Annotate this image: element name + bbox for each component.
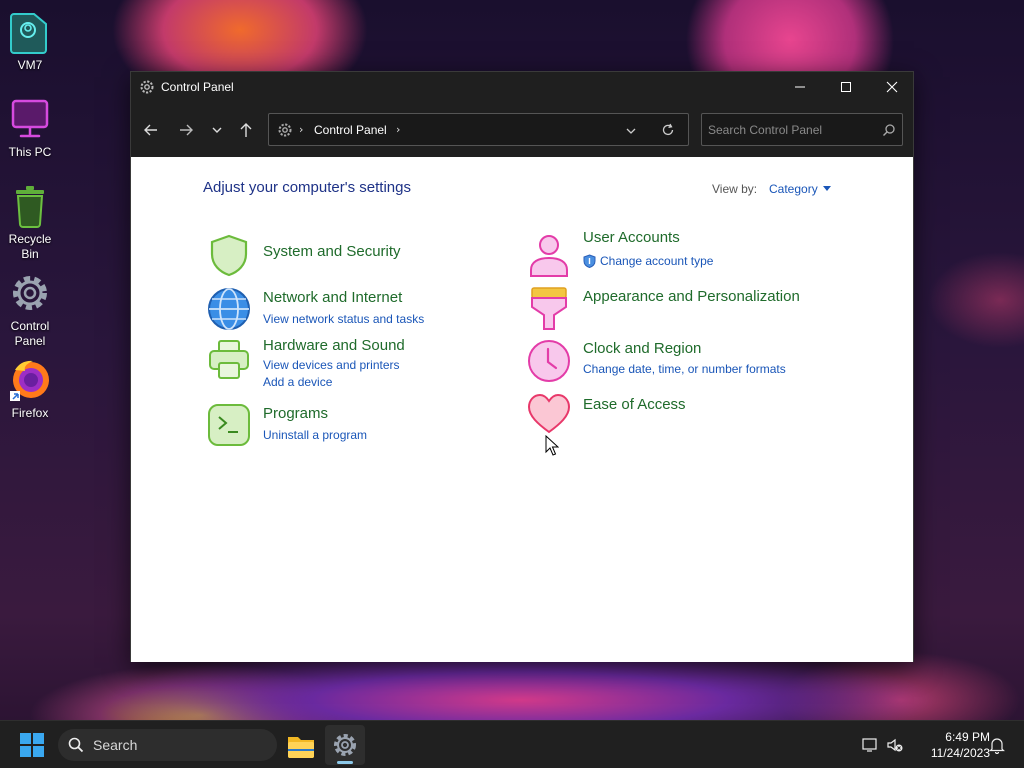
monitor-icon xyxy=(11,99,49,138)
page-heading: Adjust your computer's settings xyxy=(203,179,411,196)
up-button[interactable] xyxy=(234,118,258,142)
desktop-icon-label: Firefox xyxy=(11,406,49,420)
view-by-label: View by: xyxy=(712,182,758,196)
clock-icon xyxy=(528,340,570,382)
arrow-up-icon xyxy=(240,123,252,137)
taskbar: Search 6:49 PM 11/24/2023 xyxy=(0,720,1024,768)
folder-icon xyxy=(288,737,314,758)
category-link[interactable]: View devices and printers xyxy=(263,358,400,372)
category-title[interactable]: User Accounts xyxy=(583,229,680,246)
category-title[interactable]: Ease of Access xyxy=(583,396,686,413)
windows-logo-icon xyxy=(20,733,44,757)
category-title[interactable]: Network and Internet xyxy=(263,289,402,306)
window-title: Control Panel xyxy=(161,80,234,94)
paint-brush-icon xyxy=(531,287,567,330)
desktop-icon-vm7[interactable]: VM7 xyxy=(0,8,60,73)
desktop-icon-label: Control Panel xyxy=(10,319,50,348)
search-box[interactable] xyxy=(701,113,903,146)
taskbar-search-label: Search xyxy=(93,737,138,753)
control-panel-icon xyxy=(140,80,154,94)
desktop-icon-label: VM7 xyxy=(17,58,43,72)
title-bar[interactable]: Control Panel xyxy=(131,72,913,102)
arrow-left-icon xyxy=(144,124,157,136)
printer-icon xyxy=(209,340,249,379)
forward-button[interactable] xyxy=(174,118,198,142)
desktop-icon-firefox[interactable]: Firefox xyxy=(0,356,60,421)
globe-icon xyxy=(208,288,250,330)
active-app-indicator xyxy=(337,761,353,764)
arrow-right-icon xyxy=(180,124,193,136)
back-button[interactable] xyxy=(139,118,163,142)
taskbar-search[interactable]: Search xyxy=(58,729,277,761)
category-title[interactable]: Clock and Region xyxy=(583,340,701,357)
recycle-bin-icon xyxy=(16,186,44,228)
user-folder-icon xyxy=(10,13,47,54)
chevron-down-icon xyxy=(212,127,222,133)
close-icon xyxy=(886,81,898,93)
category-title[interactable]: System and Security xyxy=(263,243,401,260)
view-by-value: Category xyxy=(769,182,818,196)
breadcrumb-chevron-icon[interactable]: › xyxy=(396,123,400,136)
minimize-button[interactable] xyxy=(777,72,823,102)
dropdown-caret-icon xyxy=(822,186,831,191)
clock-time: 6:49 PM xyxy=(945,730,990,744)
desktop-icon-label: Recycle Bin xyxy=(8,232,52,261)
control-panel-icon xyxy=(278,123,292,137)
category-link[interactable]: Add a device xyxy=(263,375,332,389)
maximize-button[interactable] xyxy=(823,72,869,102)
search-input[interactable] xyxy=(708,121,873,139)
terminal-icon xyxy=(208,404,250,446)
category-link[interactable]: Change account type xyxy=(600,254,713,268)
minimize-icon xyxy=(795,86,805,88)
category-link[interactable]: View network status and tasks xyxy=(263,312,424,326)
volume-muted-icon[interactable] xyxy=(886,737,904,753)
refresh-icon[interactable] xyxy=(661,123,675,137)
gear-icon xyxy=(13,276,47,310)
start-button[interactable] xyxy=(15,731,49,759)
clock-date: 11/24/2023 xyxy=(930,746,990,760)
system-clock[interactable]: 6:49 PM 11/24/2023 xyxy=(910,729,990,761)
desktop-icon-recycle-bin[interactable]: Recycle Bin xyxy=(0,182,60,262)
shield-icon xyxy=(210,234,248,277)
category-link[interactable]: Uninstall a program xyxy=(263,428,367,442)
desktop-icon-label: This PC xyxy=(8,145,52,159)
category-title[interactable]: Hardware and Sound xyxy=(263,337,405,354)
category-title[interactable]: Appearance and Personalization xyxy=(583,288,800,305)
category-title[interactable]: Programs xyxy=(263,405,328,422)
search-icon[interactable] xyxy=(882,123,896,137)
taskbar-file-explorer[interactable] xyxy=(281,725,321,765)
navigation-bar: › Control Panel › xyxy=(131,102,913,157)
search-icon xyxy=(68,737,84,753)
user-icon xyxy=(530,235,568,277)
address-bar[interactable]: › Control Panel › xyxy=(268,113,689,146)
maximize-icon xyxy=(841,82,851,92)
address-dropdown-icon[interactable] xyxy=(625,125,637,137)
view-by-dropdown[interactable]: Category xyxy=(769,182,831,196)
category-link[interactable]: Change date, time, or number formats xyxy=(583,362,786,376)
desktop-icon-this-pc[interactable]: This PC xyxy=(0,95,60,160)
admin-shield-icon xyxy=(583,254,596,268)
network-display-icon[interactable] xyxy=(861,737,879,753)
control-panel-content: Adjust your computer's settings View by:… xyxy=(131,157,913,662)
heart-icon xyxy=(527,393,571,434)
gear-icon xyxy=(334,734,356,756)
control-panel-window: Control Panel › Control Panel › Search C… xyxy=(130,71,914,662)
mouse-cursor-icon xyxy=(545,435,559,456)
taskbar-control-panel[interactable] xyxy=(325,725,365,765)
firefox-icon xyxy=(10,360,49,401)
breadcrumb-control-panel[interactable]: Control Panel xyxy=(314,123,387,137)
desktop-icon-control-panel[interactable]: Control Panel xyxy=(0,269,60,349)
breadcrumb-separator-icon: › xyxy=(299,123,304,136)
recent-locations-button[interactable] xyxy=(205,118,229,142)
close-button[interactable] xyxy=(869,72,915,102)
notification-bell-icon[interactable] xyxy=(989,736,1005,754)
